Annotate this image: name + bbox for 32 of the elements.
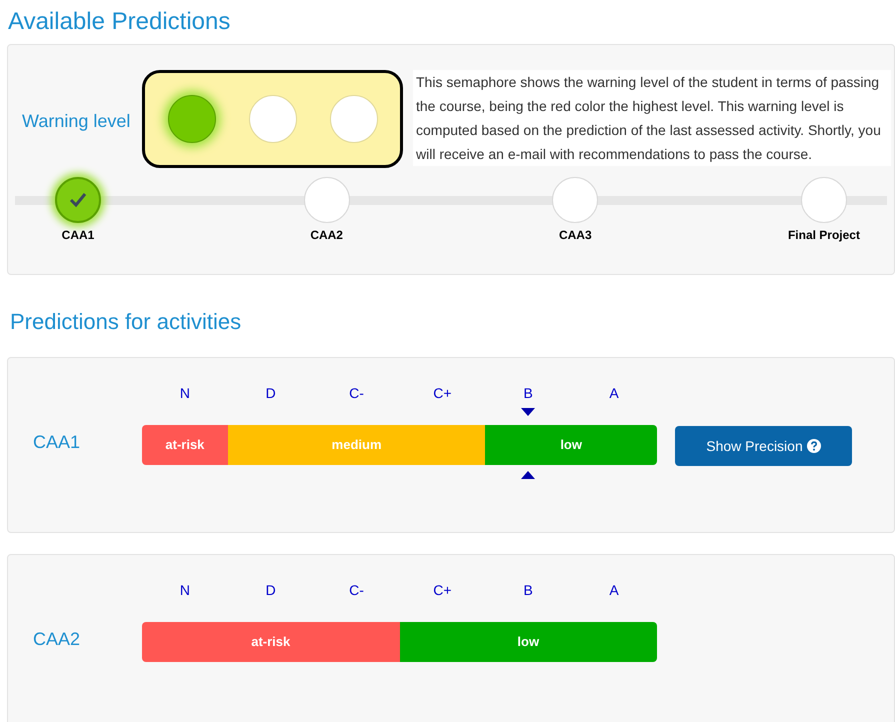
grade-label: C+ [433, 384, 452, 403]
grade-label: A [609, 384, 619, 403]
grade-label: N [180, 384, 190, 403]
section-title: Available Predictions [7, 7, 232, 37]
risk-segment: at-risk [142, 622, 400, 662]
check-icon [69, 192, 87, 208]
milestone-label: CAA3 [558, 227, 592, 244]
milestone-label: CAA2 [310, 227, 343, 244]
help-icon [806, 439, 821, 453]
grade-label: B [524, 581, 533, 600]
grade-label: N [180, 581, 190, 600]
activity-name: CAA1 [32, 431, 82, 454]
risk-segment: at-risk [142, 425, 228, 465]
up-triangle-icon [521, 471, 536, 479]
section-title: Predictions for activities [9, 308, 242, 336]
risk-segment: medium [228, 425, 486, 465]
grade-label: C- [349, 581, 364, 600]
grade-label: C+ [433, 581, 452, 600]
milestone-label: CAA1 [62, 227, 94, 244]
show-precision-button[interactable]: Show Precision [675, 426, 852, 466]
grade-label: A [609, 581, 619, 600]
risk-segment: low [400, 622, 657, 662]
grade-label: B [524, 384, 533, 403]
semaphore-description: This semaphore shows the warning level of the student in terms of passing the course, being the red color the highest level. This warning level is computed based on the prediction of the last assessed activity. Shortly, you will receive an e-mail with recommendations to pass the course. [413, 70, 891, 166]
grade-label: D [266, 581, 276, 600]
grade-label: D [266, 384, 276, 403]
warning-level-label: Warning level [21, 110, 132, 133]
risk-segment: low [485, 425, 657, 465]
grade-label: C- [349, 384, 364, 403]
activity-name: CAA2 [32, 628, 82, 651]
milestone-label: Final Project [788, 227, 860, 244]
down-triangle-icon [521, 408, 536, 416]
